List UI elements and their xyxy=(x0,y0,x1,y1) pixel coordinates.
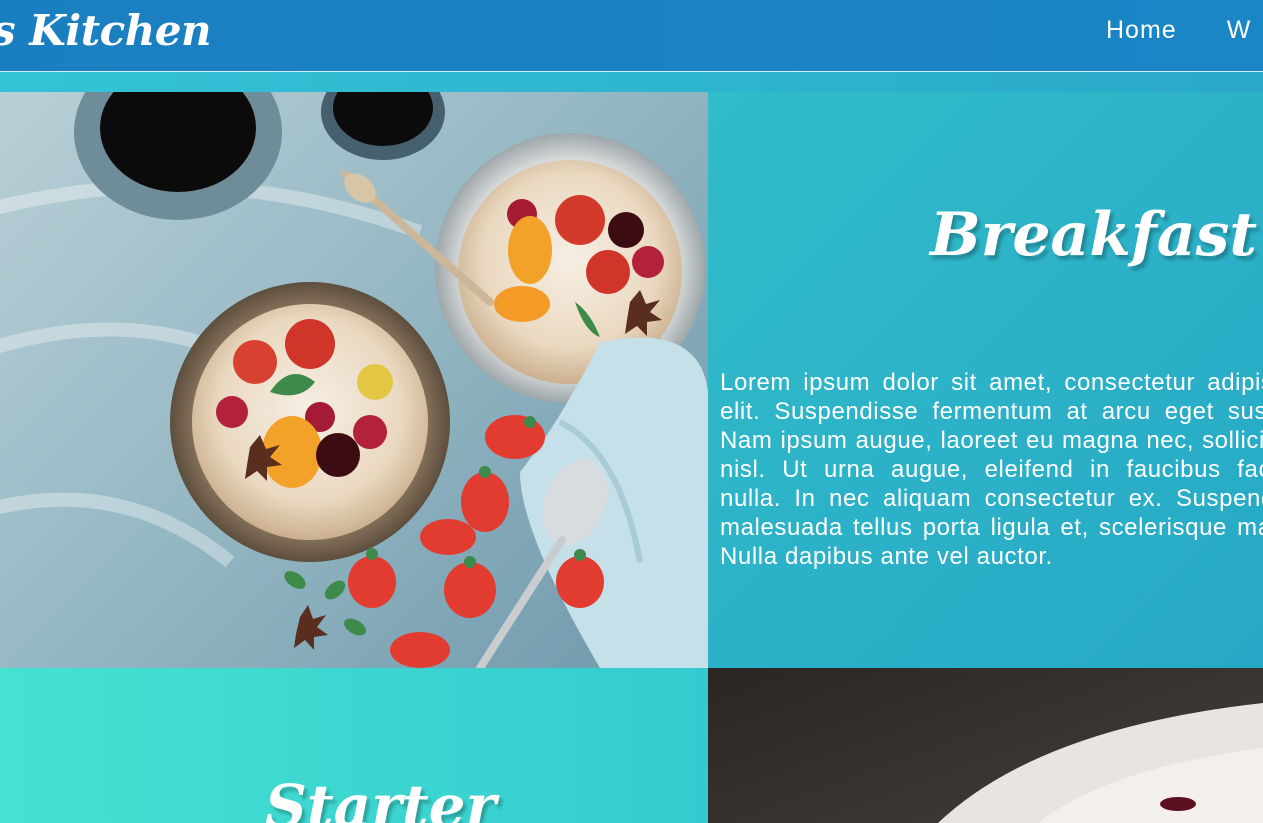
breakfast-heading: Breakfast xyxy=(930,200,1258,270)
nav-link-second[interactable]: W xyxy=(1227,16,1252,45)
starter-heading: Starter xyxy=(265,772,497,823)
nav-link-home[interactable]: Home xyxy=(1106,16,1177,45)
coffee-pitcher xyxy=(74,92,282,220)
site-logo-text[interactable]: s Kitchen xyxy=(0,6,212,55)
header-spacer xyxy=(0,72,1263,92)
starter-panel: Starter xyxy=(0,668,708,823)
coffee-cup xyxy=(321,92,445,160)
breakfast-description: Lorem ipsum dolor sit amet, consectetur … xyxy=(720,369,1263,570)
breakfast-panel: Breakfast Lorem ipsum dolor sit amet, co… xyxy=(708,92,1263,668)
main-nav: Home W xyxy=(1106,16,1251,45)
site-header: s Kitchen Home W xyxy=(0,0,1263,72)
starter-photo xyxy=(708,668,1263,823)
breakfast-photo xyxy=(0,92,708,668)
oat-bowl-large xyxy=(170,282,450,562)
